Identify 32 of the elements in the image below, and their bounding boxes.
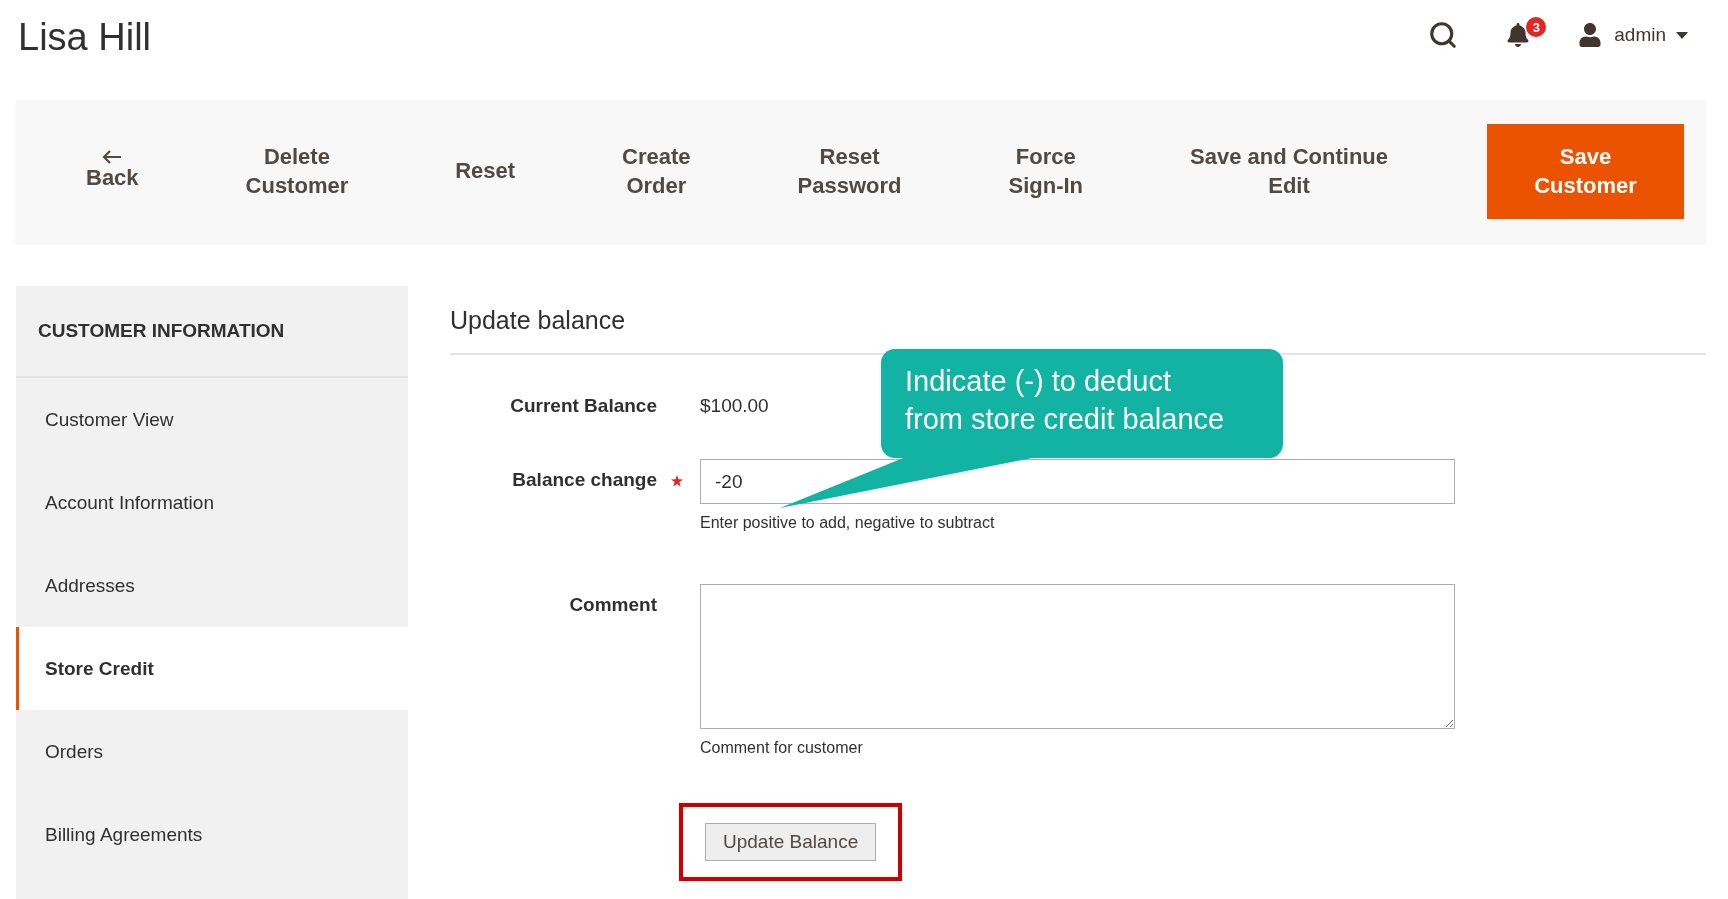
search-icon[interactable] <box>1428 20 1459 50</box>
sidebar-item[interactable]: Billing Agreements <box>16 793 408 876</box>
bell-icon[interactable] <box>1506 23 1531 47</box>
update-balance-button[interactable]: Update Balance <box>705 823 877 861</box>
notification-badge: 3 <box>1526 17 1547 37</box>
input-field[interactable]: -20 <box>700 459 1455 504</box>
sidebar-item[interactable]: Addresses <box>16 544 408 627</box>
toolbar-button[interactable]: Force Sign-In <box>1000 138 1091 205</box>
field-value: $100.00 <box>700 394 769 417</box>
caret-icon <box>1676 31 1688 39</box>
arrow-left-icon <box>102 150 123 165</box>
user-icon[interactable] <box>1578 23 1603 47</box>
toolbar-button[interactable]: Reset Password <box>789 138 910 205</box>
toolbar-button[interactable]: Delete Customer <box>237 138 357 205</box>
field-hint: Comment for customer <box>700 739 863 757</box>
comment-field[interactable] <box>700 584 1455 729</box>
toolbar-button[interactable]: Save and Continue Edit <box>1182 138 1397 205</box>
toolbar-button[interactable]: Create Order <box>614 138 699 205</box>
field-label: Balance change <box>512 459 657 491</box>
toolbar-button[interactable]: Reset <box>447 153 524 190</box>
sidebar-item[interactable]: Account Information <box>16 461 408 544</box>
field-hint: Enter positive to add, negative to subtract <box>700 514 995 532</box>
sidebar-item[interactable]: Store Credit <box>16 627 408 710</box>
field-label: Current Balance <box>510 394 657 417</box>
user-menu[interactable]: admin <box>1614 24 1666 46</box>
page-title: Lisa Hill <box>18 16 153 59</box>
field-label: Comment <box>569 593 657 616</box>
save-button[interactable]: Save Customer <box>1487 124 1684 219</box>
sidebar-item[interactable]: Orders <box>16 710 408 793</box>
sidebar-item[interactable]: Customer View <box>16 378 408 461</box>
back-button[interactable]: Back <box>78 146 147 197</box>
sidebar-heading: CUSTOMER INFORMATION <box>16 286 408 378</box>
